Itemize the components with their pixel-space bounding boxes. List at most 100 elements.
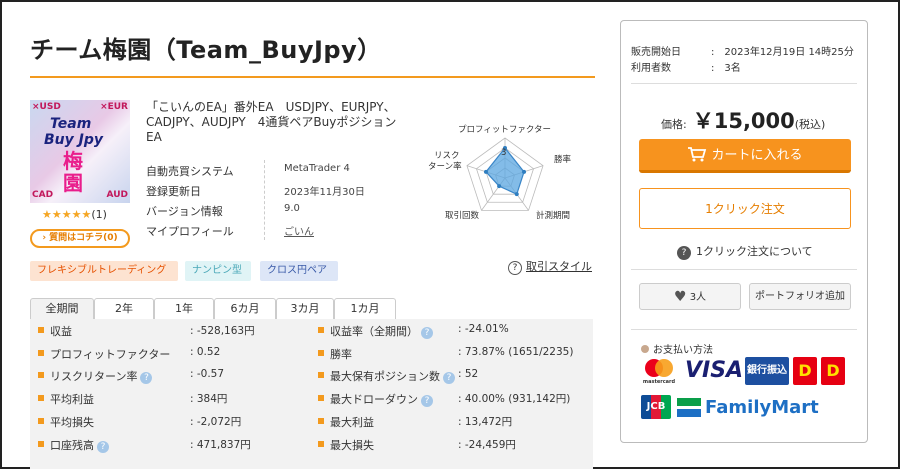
radar-chart: プロフィットファクター 勝率 計測期間 取引回数 リスク ターン率 3 bbox=[410, 118, 595, 232]
purchase-sidebar: 販売開始日: 2023年12月19日 14時25分 利用者数: 3名 価格: ￥1… bbox=[620, 20, 868, 443]
info-row-updated: 登録更新日 2023年11月30日 bbox=[146, 180, 401, 200]
radar-scale-label: 3 bbox=[501, 148, 506, 158]
price-value: ￥15,000 bbox=[692, 109, 795, 133]
mastercard-logo: mastercard bbox=[639, 357, 679, 385]
stat-value: : 73.87% (1651/2235) bbox=[458, 345, 574, 358]
heart-icon: ♥ bbox=[673, 289, 687, 305]
title-underline bbox=[30, 76, 595, 78]
like-button[interactable]: ♥ 3人 bbox=[639, 283, 741, 310]
star-icons: ★★★★★ bbox=[42, 208, 92, 221]
tab-1-year[interactable]: 1年 bbox=[154, 298, 214, 319]
help-icon[interactable]: ? bbox=[421, 327, 433, 339]
tag-nanpin[interactable]: ナンピン型 bbox=[185, 261, 251, 281]
stats-panel: 収益: -528,163円 プロフィットファクター: 0.52 リスクリターン率?:… bbox=[30, 319, 593, 469]
bullet-icon bbox=[318, 395, 324, 402]
bank-transfer-logo: 銀行振込 bbox=[745, 357, 789, 385]
stat-row: 平均損失 : -2,072円 bbox=[38, 411, 318, 433]
tab-3-months[interactable]: 3カ月 bbox=[276, 298, 334, 319]
help-icon[interactable]: ? bbox=[421, 395, 433, 408]
sidebar-divider bbox=[631, 83, 857, 84]
bullet-icon bbox=[318, 440, 324, 447]
stat-row: 最大ドローダウン?: 40.00% (931,142円) bbox=[318, 388, 598, 410]
price-label: 価格: bbox=[661, 118, 687, 131]
info-row-profile: マイプロフィール ごいん bbox=[146, 220, 401, 240]
page-title: チーム梅園（Team_BuyJpy） bbox=[30, 36, 382, 64]
image-text: ×EUR bbox=[100, 102, 128, 112]
bullet-icon bbox=[38, 327, 44, 333]
bullet-icon bbox=[318, 327, 324, 333]
radar-point bbox=[522, 169, 527, 174]
help-icon[interactable]: ? bbox=[140, 372, 153, 385]
stat-label: 収益 bbox=[50, 325, 72, 338]
add-to-cart-button[interactable]: カートに入れる bbox=[639, 139, 851, 173]
tab-1-month[interactable]: 1カ月 bbox=[334, 298, 396, 319]
one-click-about-link[interactable]: ? 1クリック注文について bbox=[677, 243, 813, 260]
daily-yamazaki-logo: D bbox=[821, 357, 845, 385]
trade-style-label: 取引スタイル bbox=[526, 260, 592, 273]
stat-label: 平均損失 bbox=[50, 415, 94, 429]
stat-value: : 40.00% (931,142円) bbox=[458, 393, 571, 406]
review-count: (1) bbox=[91, 208, 107, 221]
one-click-order-button[interactable]: 1クリック注文 bbox=[639, 188, 851, 229]
stat-value: : 13,472円 bbox=[458, 415, 513, 428]
like-count: 3人 bbox=[689, 292, 707, 303]
info-value: 2023年11月30日 bbox=[284, 187, 365, 198]
stat-row: 最大損失: -24,459円 bbox=[318, 434, 598, 456]
stat-row: リスクリターン率?: -0.57 bbox=[38, 365, 318, 387]
bullet-icon bbox=[38, 395, 44, 402]
visa-logo: VISA bbox=[685, 358, 744, 383]
question-icon: ? bbox=[677, 246, 691, 260]
product-description: 「こいんのEA」番外EA USDJPY、EURJPY、CADJPY、AUDJPY… bbox=[146, 100, 397, 144]
image-text: Team bbox=[50, 116, 92, 132]
sidebar-divider bbox=[631, 329, 857, 330]
stat-row: 最大保有ポジション数?: 52 bbox=[318, 365, 598, 387]
info-key: マイプロフィール bbox=[146, 225, 234, 238]
radar-label-risk-2: ターン率 bbox=[428, 161, 462, 172]
product-info-table: 自動売買システム MetaTrader 4 登録更新日 2023年11月30日 バー… bbox=[146, 160, 401, 240]
mastercard-text: mastercard bbox=[643, 379, 676, 385]
radar-label-trades: 取引回数 bbox=[445, 210, 480, 221]
bullet-icon bbox=[641, 345, 649, 353]
stat-value: : -528,163円 bbox=[190, 325, 255, 337]
stat-value: : -2,072円 bbox=[190, 415, 242, 428]
help-icon[interactable]: ? bbox=[443, 372, 455, 385]
stat-row: 勝率: 73.87% (1651/2235) bbox=[318, 343, 598, 365]
add-portfolio-button[interactable]: ポートフォリオ追加 bbox=[749, 283, 851, 310]
bullet-icon bbox=[38, 349, 44, 356]
price-tax: (税込) bbox=[794, 118, 826, 131]
tag-cross-yen[interactable]: クロス円ペア bbox=[260, 261, 338, 281]
stat-label: 口座残高? bbox=[50, 437, 109, 453]
profile-link[interactable]: ごいん bbox=[284, 223, 314, 238]
sidebar-divider bbox=[631, 269, 857, 270]
radar-point bbox=[514, 192, 519, 197]
question-button[interactable]: › 質問はコチラ(0) bbox=[30, 229, 130, 248]
stat-value: : 471,837円 bbox=[190, 438, 251, 451]
stat-row: 収益率（全期間）?: -24.01% bbox=[318, 320, 598, 342]
bullet-icon bbox=[38, 372, 44, 379]
familymart-logo: FamilyMart bbox=[705, 397, 819, 418]
stat-value: : 384円 bbox=[190, 393, 228, 406]
tab-all-period[interactable]: 全期間 bbox=[30, 298, 94, 319]
image-text: CAD bbox=[32, 190, 54, 200]
stat-label: リスクリターン率? bbox=[50, 368, 153, 385]
image-text: ×USD bbox=[32, 102, 61, 112]
product-image[interactable]: ×USD ×EUR Team Buy Jpy 梅園 CAD AUD bbox=[30, 100, 130, 203]
trade-style-link[interactable]: ? 取引スタイル bbox=[508, 258, 592, 275]
help-icon[interactable]: ? bbox=[97, 440, 109, 453]
image-text: Buy Jpy bbox=[44, 132, 103, 148]
stat-row: 収益 : -528,163円 bbox=[38, 320, 318, 342]
bullet-icon bbox=[318, 372, 324, 379]
stat-value: : -24,459円 bbox=[458, 438, 516, 451]
info-key: 自動売買システム bbox=[146, 165, 234, 178]
stat-row: 口座残高? : 471,837円 bbox=[38, 434, 318, 456]
rating-stars[interactable]: ★★★★★(1) bbox=[42, 208, 107, 221]
stat-label: 収益率（全期間）? bbox=[330, 323, 433, 339]
users-label: 利用者数 bbox=[631, 63, 671, 74]
tab-6-months[interactable]: 6カ月 bbox=[214, 298, 276, 319]
tag-flexible-trading[interactable]: フレキシブルトレーディング bbox=[30, 261, 178, 281]
stat-row: 最大利益: 13,472円 bbox=[318, 411, 598, 433]
info-row-system: 自動売買システム MetaTrader 4 bbox=[146, 160, 401, 180]
cart-icon bbox=[688, 147, 707, 162]
tab-2-years[interactable]: 2年 bbox=[94, 298, 154, 319]
question-icon: ? bbox=[508, 261, 522, 275]
